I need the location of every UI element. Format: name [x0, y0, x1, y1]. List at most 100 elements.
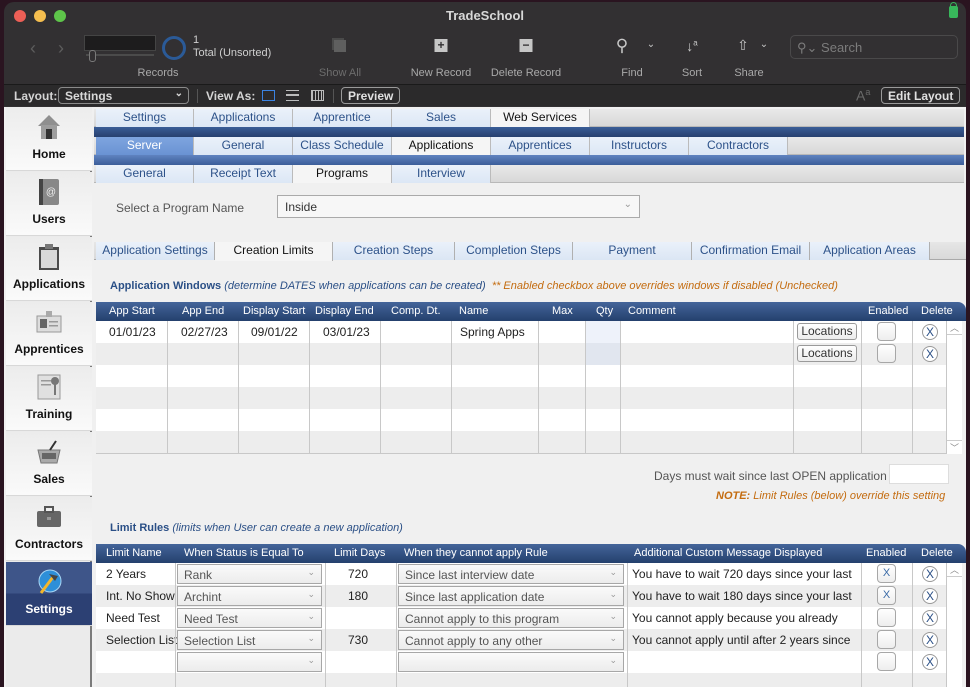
- record-slider[interactable]: [86, 50, 154, 62]
- tab-interview[interactable]: Interview: [392, 165, 491, 183]
- rule-select[interactable]: Cannot apply to any other ⌄: [398, 630, 624, 650]
- status-select[interactable]: Selection List ⌄: [177, 630, 322, 650]
- sidebar-item-home[interactable]: Home: [6, 107, 92, 171]
- sidebar-item-applications[interactable]: Applications: [6, 237, 92, 301]
- subtab-application-areas[interactable]: Application Areas: [810, 242, 930, 260]
- subtab-confirmation-email[interactable]: Confirmation Email: [692, 242, 810, 260]
- search-input[interactable]: ⚲⌄ Search: [790, 35, 958, 59]
- subtab-completion-steps[interactable]: Completion Steps: [455, 242, 573, 260]
- rule-select[interactable]: Cannot apply to this program ⌄: [398, 608, 624, 628]
- limit-days-cell[interactable]: 730: [348, 633, 368, 647]
- delete-record-icon[interactable]: −: [519, 39, 533, 52]
- status-select[interactable]: Need Test ⌄: [177, 608, 322, 628]
- limit-name-cell[interactable]: 2 Years: [106, 567, 146, 581]
- qty-cell[interactable]: [586, 321, 621, 343]
- app-start-cell[interactable]: 01/01/23: [109, 325, 156, 339]
- tab-applications[interactable]: Applications: [194, 109, 293, 127]
- sidebar-item-contractors[interactable]: Contractors: [6, 497, 92, 561]
- previous-record-icon[interactable]: ‹: [30, 38, 36, 59]
- sidebar-item-training[interactable]: Training: [6, 367, 92, 431]
- delete-button[interactable]: X: [922, 588, 938, 604]
- preview-button[interactable]: Preview: [341, 87, 401, 104]
- magnifier-icon[interactable]: ⚲: [616, 36, 628, 56]
- tab-contractors[interactable]: Contractors: [689, 137, 788, 155]
- message-cell[interactable]: You cannot apply because you already: [632, 611, 838, 625]
- show-all-button[interactable]: Show All: [319, 67, 361, 79]
- scroll-up-icon[interactable]: ︿: [947, 563, 962, 577]
- limit-name-cell[interactable]: Need Test: [106, 611, 160, 625]
- app-end-cell[interactable]: 02/27/23: [181, 325, 228, 339]
- status-select[interactable]: Archint ⌄: [177, 586, 322, 606]
- show-all-icon[interactable]: [334, 40, 346, 52]
- edit-layout-button[interactable]: Edit Layout: [881, 87, 961, 104]
- delete-button[interactable]: X: [922, 346, 938, 362]
- tab-receipt-text[interactable]: Receipt Text: [194, 165, 293, 183]
- form-view-icon[interactable]: [262, 90, 275, 101]
- rule-select[interactable]: ⌄: [398, 652, 624, 672]
- share-chevron-down-icon[interactable]: ⌄: [760, 39, 768, 50]
- subtab-creation-steps[interactable]: Creation Steps: [333, 242, 455, 260]
- sort-az-icon[interactable]: ↓a: [686, 38, 697, 54]
- find-chevron-down-icon[interactable]: ⌄: [647, 39, 655, 50]
- status-select[interactable]: ⌄: [177, 652, 322, 672]
- sidebar-item-sales[interactable]: Sales: [6, 432, 92, 496]
- scroll-up-icon[interactable]: ︿: [947, 321, 962, 335]
- enabled-checkbox[interactable]: [877, 344, 896, 363]
- scroll-down-icon[interactable]: ﹀: [947, 440, 962, 454]
- tab-apprentices[interactable]: Apprentices: [491, 137, 590, 155]
- enabled-checkbox[interactable]: [877, 652, 896, 671]
- tab-class-schedule[interactable]: Class Schedule: [293, 137, 392, 155]
- limit-name-cell[interactable]: Int. No Show: [106, 589, 175, 603]
- delete-button[interactable]: X: [922, 324, 938, 340]
- sidebar-item-apprentices[interactable]: Apprentices: [6, 302, 92, 366]
- limit-rules-scrollbar[interactable]: ︿: [946, 563, 962, 687]
- display-end-cell[interactable]: 03/01/23: [323, 325, 370, 339]
- enabled-checkbox[interactable]: [877, 322, 896, 341]
- name-cell[interactable]: Spring Apps: [460, 325, 525, 339]
- sidebar-item-settings[interactable]: Settings: [6, 562, 92, 626]
- rule-select[interactable]: Since last interview date ⌄: [398, 564, 624, 584]
- enabled-checkbox[interactable]: X: [877, 564, 896, 583]
- tab-programs[interactable]: Programs: [293, 165, 392, 183]
- rule-select[interactable]: Since last application date ⌄: [398, 586, 624, 606]
- app-windows-scrollbar[interactable]: ︿ ﹀: [946, 321, 962, 454]
- qty-cell[interactable]: [586, 343, 621, 365]
- enabled-checkbox[interactable]: [877, 608, 896, 627]
- record-number-input[interactable]: [84, 35, 156, 51]
- tab-general[interactable]: General: [194, 137, 293, 155]
- find-button[interactable]: Find: [621, 67, 642, 79]
- table-view-icon[interactable]: [311, 90, 324, 101]
- list-view-icon[interactable]: [286, 90, 299, 101]
- tab-apprentice[interactable]: Apprentice: [293, 109, 392, 127]
- delete-button[interactable]: X: [922, 632, 938, 648]
- days-wait-input[interactable]: [889, 464, 949, 484]
- tab-sales[interactable]: Sales: [392, 109, 491, 127]
- new-record-button[interactable]: New Record: [411, 67, 472, 79]
- enabled-checkbox[interactable]: X: [877, 586, 896, 605]
- delete-button[interactable]: X: [922, 566, 938, 582]
- display-start-cell[interactable]: 09/01/22: [251, 325, 298, 339]
- locations-button[interactable]: Locations: [797, 345, 857, 362]
- limit-days-cell[interactable]: 720: [348, 567, 368, 581]
- subtab-application-settings[interactable]: Application Settings: [96, 242, 215, 260]
- delete-button[interactable]: X: [922, 654, 938, 670]
- delete-button[interactable]: X: [922, 610, 938, 626]
- tab-server[interactable]: Server: [96, 137, 194, 155]
- share-icon[interactable]: ⇧: [737, 37, 749, 54]
- tab-instructors[interactable]: Instructors: [590, 137, 689, 155]
- next-record-icon[interactable]: ›: [58, 38, 64, 59]
- subtab-payment[interactable]: Payment: [573, 242, 692, 260]
- message-cell[interactable]: You have to wait 180 days since your las…: [632, 589, 852, 603]
- limit-name-cell[interactable]: Selection List: [106, 633, 177, 647]
- share-button[interactable]: Share: [734, 67, 763, 79]
- subtab-creation-limits[interactable]: Creation Limits: [215, 242, 333, 261]
- new-record-icon[interactable]: +: [434, 39, 448, 52]
- delete-record-button[interactable]: Delete Record: [491, 67, 561, 79]
- tab-web-services[interactable]: Web Services: [491, 109, 590, 127]
- sidebar-item-users[interactable]: @ Users: [6, 172, 92, 236]
- text-format-icon[interactable]: Aa: [856, 87, 870, 104]
- sort-button[interactable]: Sort: [682, 67, 702, 79]
- tab-settings[interactable]: Settings: [96, 109, 194, 127]
- limit-days-cell[interactable]: 180: [348, 589, 368, 603]
- message-cell[interactable]: You cannot apply until after 2 years sin…: [632, 633, 850, 647]
